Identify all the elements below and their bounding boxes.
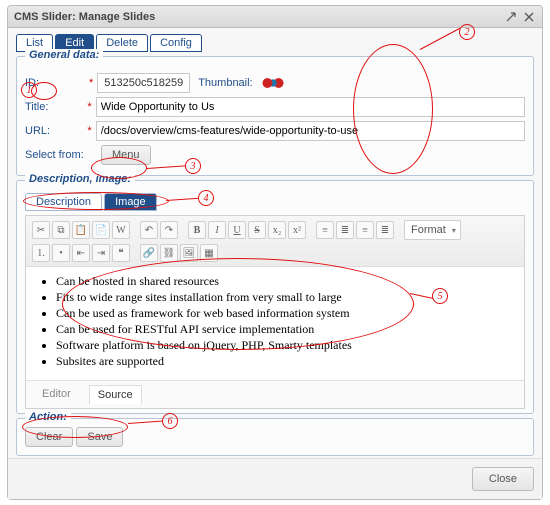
tab-description[interactable]: Description [25,193,102,211]
clear-button[interactable]: Clear [25,427,73,447]
label-select-from: Select from: [25,149,101,161]
source-tab[interactable]: Source [89,385,142,404]
cut-icon[interactable]: ✂ [32,221,50,239]
label-url: URL: [25,125,87,137]
thumbnail-icon[interactable] [259,75,287,91]
panel-action-legend: Action: [25,411,71,423]
panel-description-legend: Description, image: [25,173,135,185]
title-field[interactable] [96,97,525,117]
id-value: 513250c518259 [97,73,190,93]
titlebar: CMS Slider: Manage Slides [8,6,542,28]
tab-delete[interactable]: Delete [96,34,148,52]
italic-icon[interactable]: I [208,221,226,239]
paste-word-icon[interactable]: W [112,221,130,239]
align-justify-icon[interactable]: ≣ [376,221,394,239]
undo-icon[interactable]: ↶ [140,221,158,239]
editor-footer: Editor Source [26,380,524,408]
indent-icon[interactable]: ⇥ [92,244,110,262]
panel-description: Description, image: Description Image ✂ … [16,180,534,414]
required-icon: * [89,77,93,89]
maximize-icon[interactable] [504,10,518,24]
list-item: Software platform is based on jQuery, PH… [56,338,512,353]
close-button[interactable]: Close [472,467,534,491]
align-left-icon[interactable]: ≡ [316,221,334,239]
dialog-window: CMS Slider: Manage Slides List Edit Dele… [7,5,543,500]
align-right-icon[interactable]: ≡ [356,221,374,239]
editor-toolbar: ✂ ⧉ 📋 📄 W ↶ ↷ B I U S x₂ x² ≡ [26,216,524,267]
tab-image[interactable]: Image [104,193,157,211]
copy-icon[interactable]: ⧉ [52,221,70,239]
bold-icon[interactable]: B [188,221,206,239]
save-button[interactable]: Save [76,427,123,447]
editor-content[interactable]: Can be hosted in shared resources Fits t… [26,267,524,380]
tab-config[interactable]: Config [150,34,202,52]
rich-text-editor: ✂ ⧉ 📋 📄 W ↶ ↷ B I U S x₂ x² ≡ [25,215,525,409]
list-item: Fits to wide range sites installation fr… [56,290,512,305]
redo-icon[interactable]: ↷ [160,221,178,239]
editor-tab[interactable]: Editor [34,385,79,404]
quote-icon[interactable]: ❝ [112,244,130,262]
panel-general-legend: General data: [25,49,103,61]
strike-icon[interactable]: S [248,221,266,239]
panel-general: General data: ID: * 513250c518259 Thumbn… [16,56,534,176]
list-item: Can be used for RESTful API service impl… [56,322,512,337]
ordered-list-icon[interactable]: 1. [32,244,50,262]
panel-action: Action: Clear Save [16,418,534,456]
align-center-icon[interactable]: ≣ [336,221,354,239]
dialog-content: List Edit Delete Config General data: ID… [8,28,542,464]
label-thumbnail: Thumbnail: [198,77,252,89]
unlink-icon[interactable]: ⛓ [160,244,178,262]
required-icon: * [87,125,91,137]
dialog-footer: Close [8,458,542,499]
menu-button[interactable]: Menu [101,145,151,165]
url-field[interactable] [96,121,525,141]
unordered-list-icon[interactable]: • [52,244,70,262]
table-icon[interactable]: ▦ [200,244,218,262]
superscript-icon[interactable]: x² [288,221,306,239]
link-icon[interactable]: 🔗 [140,244,158,262]
paste-text-icon[interactable]: 📄 [92,221,110,239]
image-icon[interactable]: 🖼 [180,244,198,262]
window-title: CMS Slider: Manage Slides [14,11,155,23]
desc-tabs: Description Image [25,193,525,211]
list-item: Can be hosted in shared resources [56,274,512,289]
underline-icon[interactable]: U [228,221,246,239]
paste-icon[interactable]: 📋 [72,221,90,239]
list-item: Can be used as framework for web based i… [56,306,512,321]
close-icon[interactable] [522,10,536,24]
required-icon: * [87,101,91,113]
outdent-icon[interactable]: ⇤ [72,244,90,262]
label-id: ID: [25,77,89,89]
label-title: Title: [25,101,87,113]
list-item: Subsites are supported [56,354,512,369]
subscript-icon[interactable]: x₂ [268,221,286,239]
format-select[interactable]: Format [404,220,461,240]
